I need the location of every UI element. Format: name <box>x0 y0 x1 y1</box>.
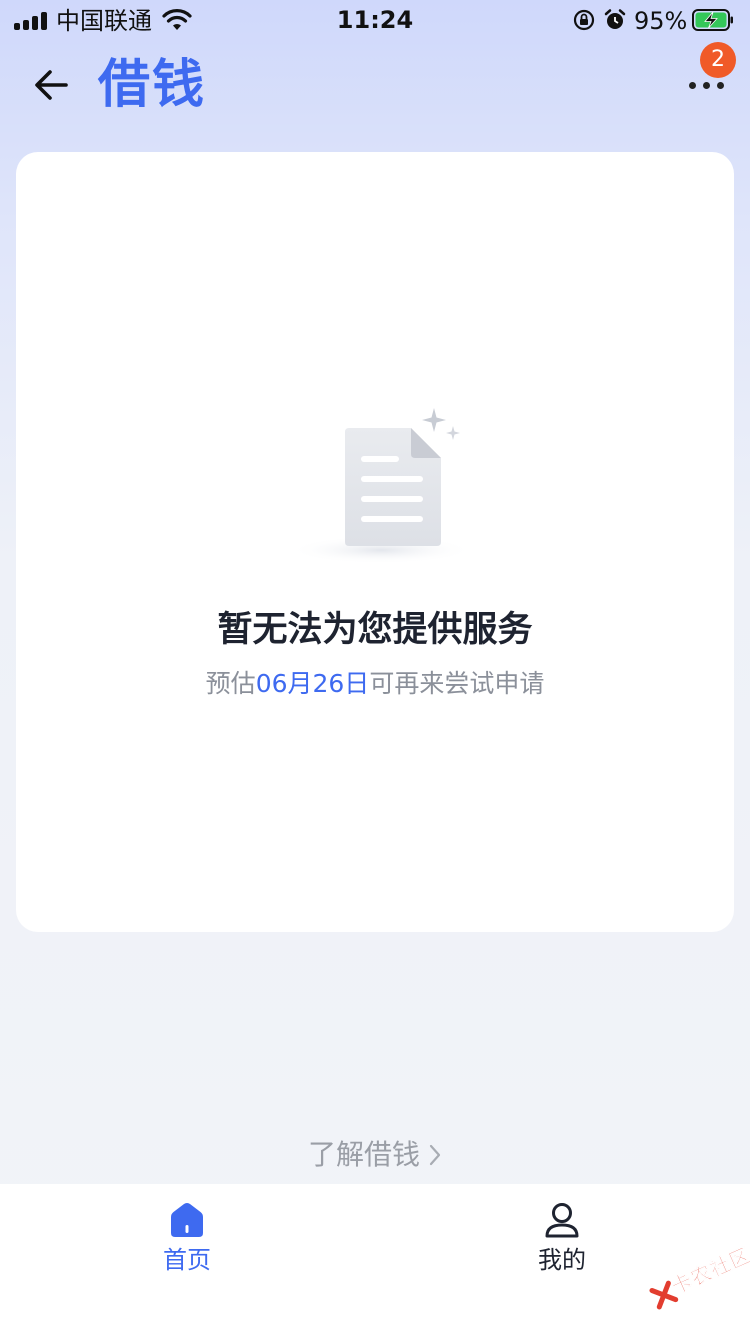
chevron-right-icon <box>429 1144 441 1166</box>
home-icon <box>171 1203 203 1237</box>
user-icon <box>545 1203 579 1238</box>
empty-state-title: 暂无法为您提供服务 <box>217 610 533 650</box>
learn-more-link[interactable]: 了解借钱 <box>0 1136 750 1174</box>
tab-home[interactable]: 首页 <box>77 1184 297 1294</box>
battery-percentage: 95% <box>634 7 688 35</box>
subtitle-prefix: 预估 <box>205 669 256 698</box>
alarm-icon <box>604 9 626 29</box>
more-dots-icon <box>689 82 696 89</box>
battery-charging-icon <box>692 9 733 31</box>
cellular-signal-icon <box>14 12 48 30</box>
bottom-tab-bar: 首页 我的 <box>0 1184 750 1334</box>
notification-badge: 2 <box>700 42 736 78</box>
empty-state-card: 暂无法为您提供服务 预估06月26日可再来尝试申请 <box>16 152 734 932</box>
subtitle-suffix: 可再来尝试申请 <box>369 669 545 698</box>
more-dot <box>717 82 724 89</box>
empty-document-icon <box>289 408 473 564</box>
watermark-text: 卡农社区 <box>667 1242 750 1299</box>
carrier-name: 中国联通 <box>56 7 152 35</box>
back-arrow-icon[interactable] <box>26 62 78 108</box>
nav-bar: 借钱 2 <box>0 40 750 132</box>
learn-more-label: 了解借钱 <box>307 1138 420 1171</box>
page-title: 借钱 <box>98 55 207 115</box>
more-dot <box>703 82 710 89</box>
tab-home-label: 首页 <box>163 1246 211 1274</box>
wifi-icon <box>162 9 192 30</box>
status-bar: 中国联通 11:24 95% <box>0 0 750 40</box>
retry-date: 06月26日 <box>255 669 370 698</box>
empty-state-subtitle: 预估06月26日可再来尝试申请 <box>16 667 734 701</box>
rotation-lock-icon <box>573 9 595 31</box>
